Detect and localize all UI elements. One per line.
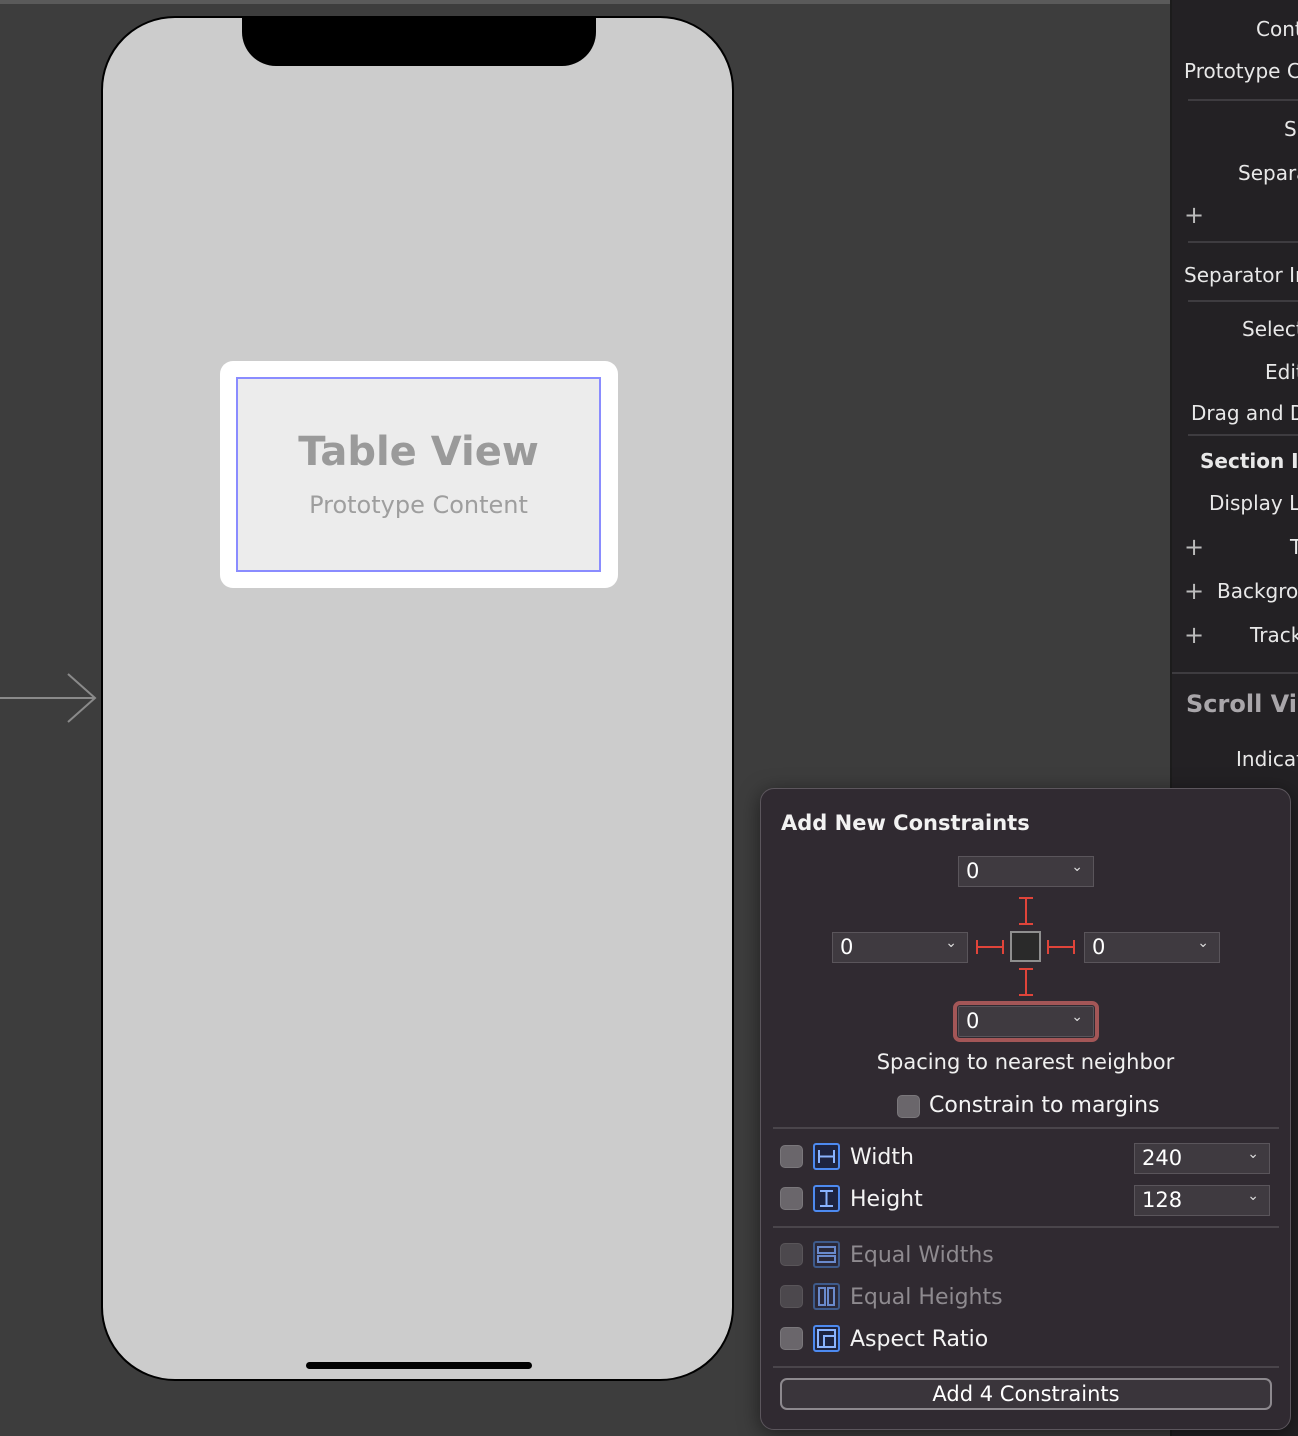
top-spacing-field[interactable]: 0 ⌄ <box>958 856 1094 887</box>
chevron-down-icon[interactable]: ⌄ <box>1247 1146 1259 1162</box>
height-checkbox[interactable] <box>780 1187 803 1210</box>
right-strut-icon[interactable] <box>1046 936 1076 958</box>
popover-separator <box>773 1127 1279 1129</box>
constrain-to-margins-label[interactable]: Constrain to margins <box>929 1093 1160 1118</box>
plus-icon[interactable]: + <box>1184 621 1204 649</box>
equal-heights-label: Equal Heights <box>850 1285 1003 1310</box>
top-strut-icon[interactable] <box>1015 896 1037 926</box>
bottom-spacing-value: 0 <box>966 1009 980 1033</box>
bottom-strut-icon[interactable] <box>1015 967 1037 997</box>
plus-icon[interactable]: + <box>1184 533 1204 561</box>
chevron-down-icon[interactable]: ⌄ <box>1071 1009 1083 1025</box>
right-spacing-value: 0 <box>1092 935 1106 959</box>
aspect-ratio-checkbox[interactable] <box>780 1327 803 1350</box>
aspect-ratio-label[interactable]: Aspect Ratio <box>850 1327 988 1352</box>
width-label[interactable]: Width <box>850 1145 914 1170</box>
inspector-row-indicators: Indicat <box>1236 747 1298 771</box>
equal-widths-icon <box>813 1241 840 1268</box>
constrain-to-margins-checkbox[interactable] <box>897 1095 920 1118</box>
home-indicator <box>306 1362 532 1369</box>
chevron-down-icon[interactable]: ⌄ <box>1071 859 1083 875</box>
popover-separator <box>773 1366 1279 1368</box>
equal-widths-label: Equal Widths <box>850 1243 994 1268</box>
iphone-scene[interactable]: Table View Prototype Content <box>101 16 734 1381</box>
height-value: 128 <box>1142 1188 1183 1212</box>
inspector-row-selection: Select <box>1242 317 1298 341</box>
inspector-divider <box>1188 300 1298 302</box>
width-value-field[interactable]: 240 ⌄ <box>1134 1143 1270 1174</box>
popover-title: Add New Constraints <box>781 811 1030 835</box>
table-view-subtitle: Prototype Content <box>309 491 528 519</box>
chevron-down-icon[interactable]: ⌄ <box>945 935 957 951</box>
inspector-row-separator-inset: Separator In <box>1184 263 1298 287</box>
inspector-row-drag-and-drop: Drag and D <box>1191 401 1298 425</box>
inspector-divider <box>1188 99 1298 101</box>
device-notch <box>242 18 596 66</box>
left-strut-icon[interactable] <box>975 936 1005 958</box>
inspector-divider <box>1188 434 1298 436</box>
inspector-divider <box>1188 241 1298 243</box>
inspector-row-text: T <box>1290 535 1298 559</box>
canvas-top-border <box>0 0 1170 4</box>
top-spacing-value: 0 <box>966 859 980 883</box>
inspector-row-style: S <box>1284 117 1297 141</box>
constraint-center-box <box>1010 931 1041 962</box>
popover-separator <box>773 1226 1279 1228</box>
inspector-row-editing: Edit <box>1265 360 1298 384</box>
inspector-row-prototype: Prototype C <box>1184 59 1298 83</box>
inspector-row-section-index: Section In <box>1200 449 1298 473</box>
table-view[interactable]: Table View Prototype Content <box>236 377 601 572</box>
height-label[interactable]: Height <box>850 1187 923 1212</box>
equal-heights-icon <box>813 1283 840 1310</box>
right-spacing-field[interactable]: 0 ⌄ <box>1084 932 1220 963</box>
inspector-section-scroll-view: Scroll Vie <box>1186 690 1298 718</box>
chevron-down-icon[interactable]: ⌄ <box>1197 935 1209 951</box>
height-icon <box>813 1185 840 1212</box>
width-value: 240 <box>1142 1146 1183 1170</box>
width-icon <box>813 1143 840 1170</box>
add-constraints-popover: Add New Constraints 0 ⌄ 0 ⌄ 0 ⌄ 0 ⌄ Spac… <box>760 788 1291 1430</box>
chevron-down-icon[interactable]: ⌄ <box>1247 1188 1259 1204</box>
table-view-selection[interactable]: Table View Prototype Content <box>220 361 618 588</box>
equal-widths-checkbox <box>780 1243 803 1266</box>
add-constraints-button[interactable]: Add 4 Constraints <box>780 1378 1272 1410</box>
plus-icon[interactable]: + <box>1184 577 1204 605</box>
inspector-row-tracking: Track <box>1250 623 1298 647</box>
plus-icon[interactable]: + <box>1184 201 1204 229</box>
inspector-row-display-limit: Display L <box>1209 491 1298 515</box>
equal-heights-checkbox <box>780 1285 803 1308</box>
spacing-label: Spacing to nearest neighbor <box>876 1050 1175 1074</box>
inspector-divider <box>1172 672 1298 674</box>
table-view-title: Table View <box>298 429 539 475</box>
left-spacing-value: 0 <box>840 935 854 959</box>
inspector-row-content: Cont <box>1256 17 1298 41</box>
height-value-field[interactable]: 128 ⌄ <box>1134 1185 1270 1216</box>
left-spacing-field[interactable]: 0 ⌄ <box>832 932 968 963</box>
inspector-row-separator: Separa <box>1238 161 1298 185</box>
bottom-spacing-field[interactable]: 0 ⌄ <box>953 1001 1099 1042</box>
aspect-ratio-icon <box>813 1325 840 1352</box>
inspector-row-background: Backgro <box>1217 579 1298 603</box>
entry-point-arrow-icon[interactable] <box>0 668 100 728</box>
width-checkbox[interactable] <box>780 1145 803 1168</box>
